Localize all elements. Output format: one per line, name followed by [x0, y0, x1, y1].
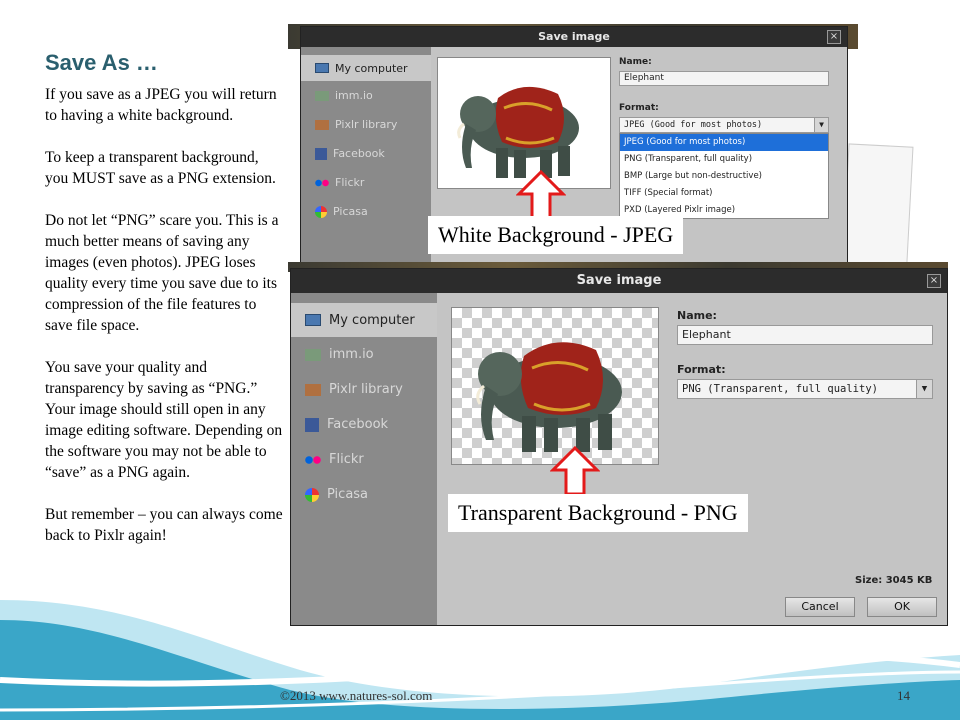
main-area: Name: Elephant Format: PNG (Transparent,…	[437, 293, 947, 625]
facebook-icon	[305, 417, 319, 432]
paragraph-remember: But remember – you can always come back …	[45, 506, 283, 544]
format-option-png[interactable]: PNG (Transparent, full quality)	[620, 151, 828, 168]
dialog-title: Save image	[291, 269, 947, 293]
sidebar-item-facebook[interactable]: Facebook	[301, 139, 431, 168]
close-icon[interactable]: ×	[827, 30, 841, 44]
sidebar-item-immio[interactable]: imm.io	[291, 337, 437, 372]
sidebar-item-flickr[interactable]: Flickr	[291, 442, 437, 477]
page-number: 14	[897, 688, 910, 703]
format-label: Format:	[677, 363, 726, 376]
format-select[interactable]: PNG (Transparent, full quality) ▼	[677, 379, 933, 399]
chevron-down-icon[interactable]: ▼	[814, 118, 828, 132]
format-option-bmp[interactable]: BMP (Large but non-destructive)	[620, 168, 828, 185]
picasa-icon	[305, 487, 319, 502]
callout-png: Transparent Background - PNG	[448, 494, 748, 532]
sidebar-item-picasa[interactable]: Picasa	[301, 197, 431, 226]
sidebar-item-my-computer[interactable]: My computer	[291, 303, 437, 337]
image-preview-transparent	[451, 307, 659, 465]
sidebar: My computer imm.io Pixlr library Faceboo…	[301, 47, 431, 265]
save-dialog-png: Save image × My computer imm.io Pixlr li…	[290, 268, 948, 626]
library-icon	[315, 119, 329, 130]
arrow-up-icon	[550, 446, 600, 496]
name-label: Name:	[619, 57, 652, 67]
format-label: Format:	[619, 103, 659, 113]
image-icon	[305, 348, 321, 361]
sidebar-item-immio[interactable]: imm.io	[301, 81, 431, 110]
format-select[interactable]: JPEG (Good for most photos) ▼	[619, 117, 829, 133]
paragraph-jpeg: If you save as a JPEG you will return to…	[45, 86, 277, 124]
sidebar-item-pixlr-library[interactable]: Pixlr library	[291, 372, 437, 407]
format-dropdown-list: JPEG (Good for most photos) PNG (Transpa…	[619, 133, 829, 219]
elephant-image	[457, 86, 579, 178]
monitor-icon	[315, 63, 329, 73]
arrow-up-icon	[516, 170, 566, 220]
facebook-icon	[315, 147, 327, 160]
paragraph-transparent: To keep a transparent background, you MU…	[45, 149, 276, 187]
flickr-icon	[315, 178, 329, 187]
format-option-tiff[interactable]: TIFF (Special format)	[620, 185, 828, 202]
paragraph-compatibility: You save your quality and transparency b…	[45, 359, 283, 481]
chevron-down-icon[interactable]: ▼	[916, 380, 932, 398]
image-icon	[315, 90, 329, 101]
flickr-icon	[305, 455, 321, 464]
slide-body: If you save as a JPEG you will return to…	[45, 84, 285, 567]
footer-copyright: ©2013 www.natures-sol.com	[280, 688, 433, 703]
dialog-title: Save image	[301, 27, 847, 47]
monitor-icon	[305, 314, 321, 326]
name-input[interactable]: Elephant	[677, 325, 933, 345]
sidebar-item-pixlr-library[interactable]: Pixlr library	[301, 110, 431, 139]
sidebar: My computer imm.io Pixlr library Faceboo…	[291, 293, 437, 625]
paragraph-png-quality: Do not let “PNG” scare you. This is a mu…	[45, 212, 279, 334]
sidebar-item-picasa[interactable]: Picasa	[291, 477, 437, 512]
sidebar-item-facebook[interactable]: Facebook	[291, 407, 437, 442]
name-input[interactable]: Elephant	[619, 71, 829, 86]
format-option-jpeg[interactable]: JPEG (Good for most photos)	[620, 134, 828, 151]
library-icon	[305, 383, 321, 396]
picasa-icon	[315, 205, 327, 218]
callout-jpeg: White Background - JPEG	[428, 216, 684, 254]
slide-title: Save As …	[45, 50, 158, 75]
file-size: Size: 3045 KB	[855, 575, 933, 586]
paper-edge	[841, 143, 914, 282]
close-icon[interactable]: ×	[927, 274, 941, 288]
name-label: Name:	[677, 309, 717, 322]
sidebar-item-flickr[interactable]: Flickr	[301, 168, 431, 197]
ok-button[interactable]: OK	[867, 597, 937, 617]
sidebar-item-my-computer[interactable]: My computer	[301, 55, 431, 81]
elephant-image	[476, 342, 622, 452]
cancel-button[interactable]: Cancel	[785, 597, 855, 617]
